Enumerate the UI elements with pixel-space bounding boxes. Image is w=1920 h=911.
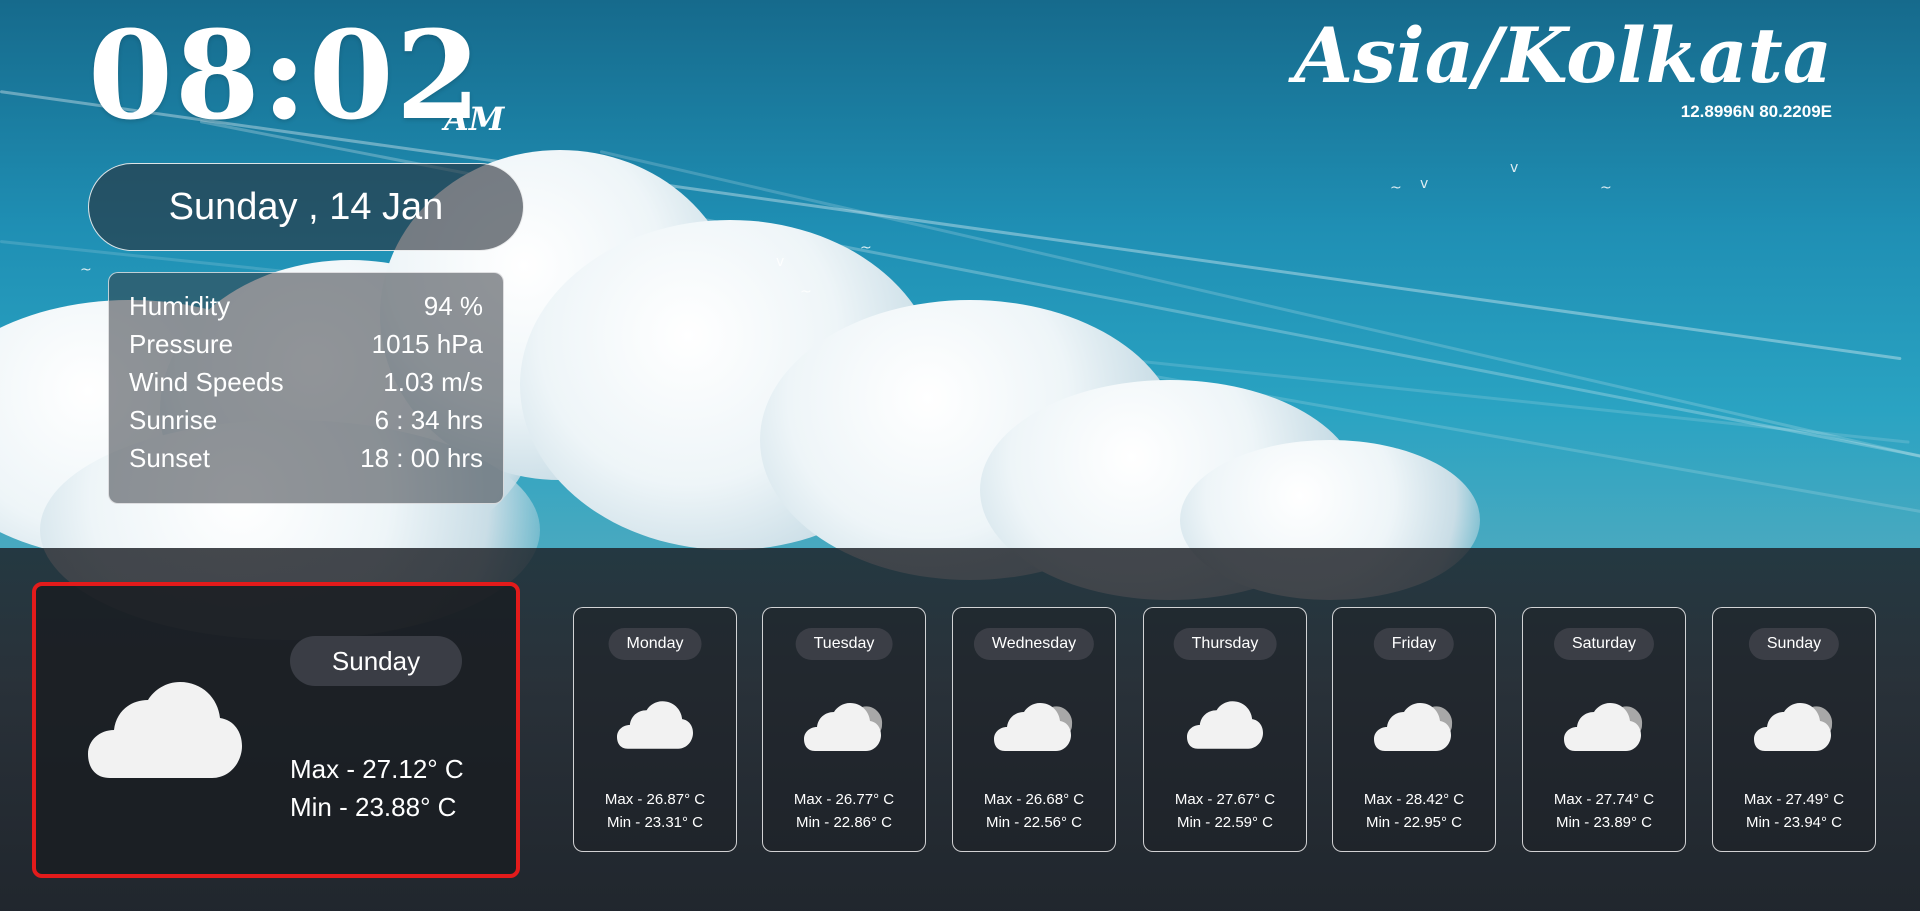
today-card[interactable]: Sunday Max - 27.12° C Min - 23.88° C — [32, 582, 520, 878]
cloud-icon — [804, 703, 883, 751]
today-min: Min - 23.88° C — [290, 792, 457, 822]
forecast-temps: Max - 27.67° C Min - 22.59° C — [1144, 788, 1306, 834]
detail-row-sunrise: Sunrise 6 : 34 hrs — [129, 401, 483, 439]
detail-row-humidity: Humidity 94 % — [129, 287, 483, 325]
forecast-temps: Max - 27.49° C Min - 23.94° C — [1713, 788, 1875, 834]
clock-ampm: AM — [444, 100, 505, 138]
cloud-icon — [1564, 703, 1643, 751]
forecast-day-label: Thursday — [1173, 628, 1277, 660]
forecast-day-label: Saturday — [1553, 628, 1655, 660]
detail-value: 94 % — [423, 291, 483, 321]
forecast-temps: Max - 28.42° C Min - 22.95° C — [1333, 788, 1495, 834]
forecast-min: Min - 22.95° C — [1365, 814, 1463, 831]
location: Asia/Kolkata 12.8996N 80.2209E — [1294, 14, 1832, 122]
forecast-temps: Max - 27.74° C Min - 23.89° C — [1523, 788, 1685, 834]
cloud-icon — [1374, 703, 1453, 751]
forecast-min: Min - 23.94° C — [1745, 814, 1843, 831]
forecast-max: Max - 26.77° C — [793, 791, 895, 808]
forecast-temps: Max - 26.87° C Min - 23.31° C — [574, 788, 736, 834]
cloud-icon — [994, 703, 1073, 751]
forecast-min: Min - 23.31° C — [606, 814, 704, 831]
forecast-min: Min - 22.86° C — [795, 814, 893, 831]
today-max: Max - 27.12° C — [290, 754, 464, 784]
detail-value: 6 : 34 hrs — [374, 405, 483, 435]
detail-value: 1015 hPa — [371, 329, 483, 359]
cloud-icon — [1187, 701, 1263, 749]
cloud-icon — [88, 682, 242, 778]
forecast-day-label: Sunday — [1748, 628, 1840, 660]
forecast-max: Max - 26.68° C — [983, 791, 1085, 808]
forecast-day-label: Friday — [1373, 628, 1455, 660]
cloud-icon — [1754, 703, 1833, 751]
forecast-day-label: Monday — [608, 628, 702, 660]
today-day-label: Sunday — [290, 636, 462, 686]
forecast-max: Max - 27.67° C — [1174, 791, 1276, 808]
forecast-card-saturday[interactable]: Saturday Max - 27.74° C Min - 23.89° C — [1522, 607, 1686, 852]
detail-row-sunset: Sunset 18 : 00 hrs — [129, 439, 483, 477]
forecast-card-thursday[interactable]: Thursday Max - 27.67° C Min - 22.59° C — [1143, 607, 1307, 852]
timezone-label: Asia/Kolkata — [1294, 11, 1832, 100]
forecast-temps: Max - 26.68° C Min - 22.56° C — [953, 788, 1115, 834]
clock: 08:02 AM — [88, 3, 504, 147]
detail-value: 18 : 00 hrs — [360, 443, 483, 473]
forecast-min: Min - 22.56° C — [985, 814, 1083, 831]
forecast-card-friday[interactable]: Friday Max - 28.42° C Min - 22.95° C — [1332, 607, 1496, 852]
forecast-day-label: Tuesday — [795, 628, 893, 660]
detail-label: Sunrise — [129, 405, 218, 435]
forecast-card-wednesday[interactable]: Wednesday Max - 26.68° C Min - 22.56° C — [952, 607, 1116, 852]
forecast-max: Max - 27.74° C — [1553, 791, 1655, 808]
forecast-card-tuesday[interactable]: Tuesday Max - 26.77° C Min - 22.86° C — [762, 607, 926, 852]
detail-label: Sunset — [129, 443, 210, 473]
detail-value: 1.03 m/s — [383, 367, 483, 397]
detail-label: Wind Speeds — [129, 367, 284, 397]
detail-row-pressure: Pressure 1015 hPa — [129, 325, 483, 363]
coordinates-label: 12.8996N 80.2209E — [1680, 101, 1832, 121]
detail-row-wind: Wind Speeds 1.03 m/s — [129, 363, 483, 401]
weather-details-panel: Humidity 94 % Pressure 1015 hPa Wind Spe… — [108, 272, 504, 504]
forecast-min: Min - 22.59° C — [1176, 814, 1274, 831]
today-temps: Max - 27.12° C Min - 23.88° C — [290, 750, 464, 826]
forecast-max: Max - 27.49° C — [1743, 791, 1845, 808]
date-display: Sunday , 14 Jan — [88, 163, 524, 251]
forecast-day-label: Wednesday — [973, 628, 1095, 660]
detail-label: Pressure — [129, 329, 234, 359]
forecast-min: Min - 23.89° C — [1555, 814, 1653, 831]
forecast-card-monday[interactable]: Monday Max - 26.87° C Min - 23.31° C — [573, 607, 737, 852]
cloud-icon — [617, 701, 693, 749]
detail-label: Humidity — [129, 291, 231, 321]
forecast-max: Max - 26.87° C — [604, 791, 706, 808]
forecast-max: Max - 28.42° C — [1363, 791, 1465, 808]
clock-time: 08:02 — [88, 3, 483, 147]
forecast-temps: Max - 26.77° C Min - 22.86° C — [763, 788, 925, 834]
forecast-card-sunday[interactable]: Sunday Max - 27.49° C Min - 23.94° C — [1712, 607, 1876, 852]
